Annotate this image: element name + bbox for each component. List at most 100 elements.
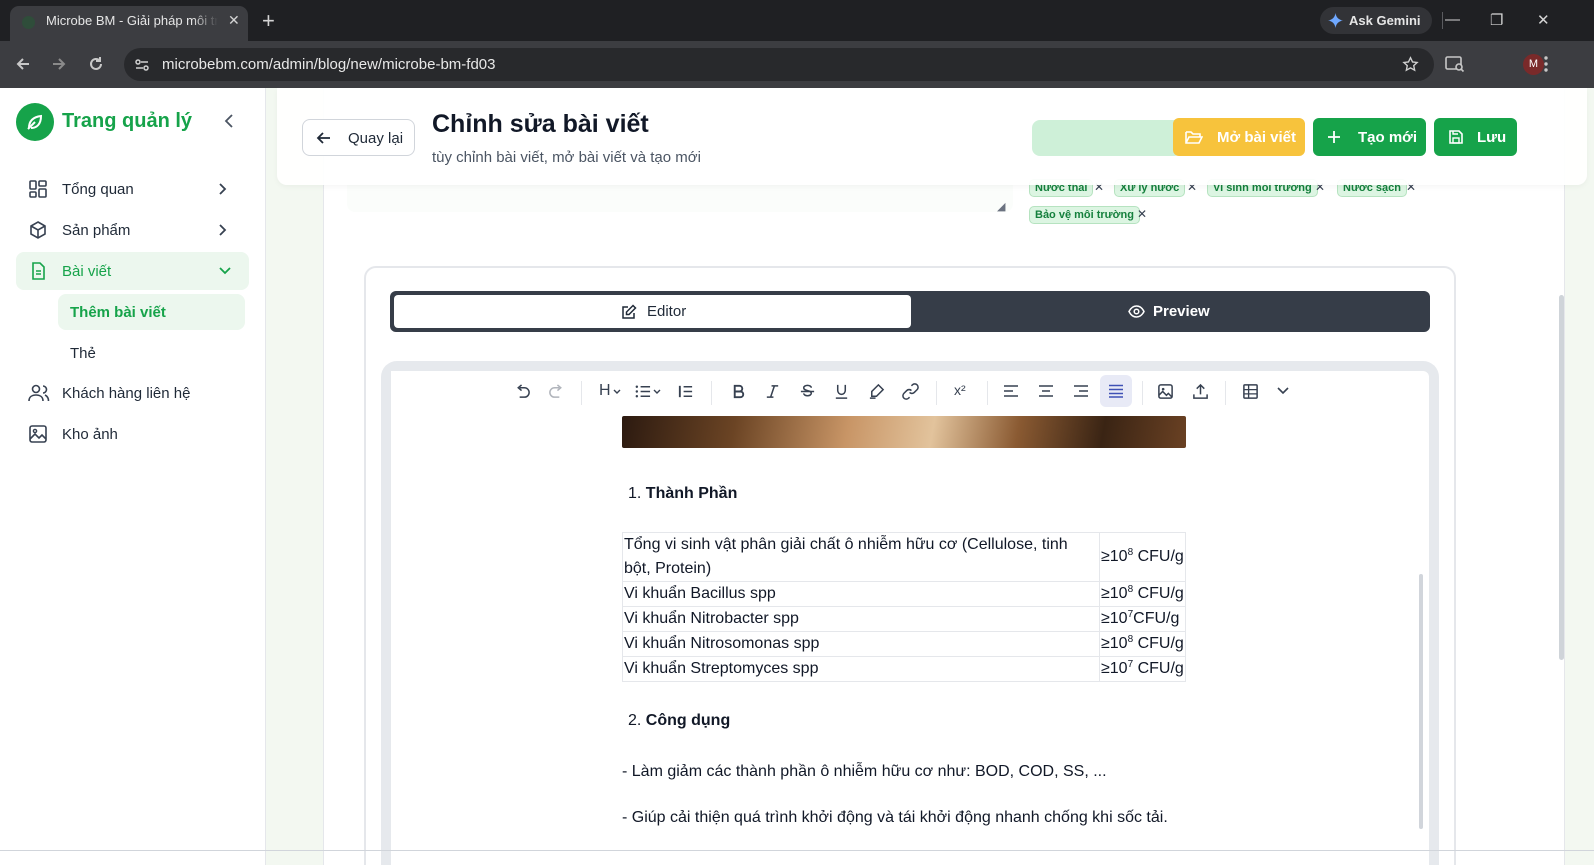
upload-icon[interactable] — [1192, 383, 1209, 400]
browser-menu-icon[interactable] — [1543, 55, 1549, 73]
sidebar-item-contacts[interactable]: Khách hàng liên hệ — [16, 374, 249, 412]
italic-icon[interactable] — [764, 383, 781, 400]
users-icon — [28, 384, 50, 402]
profile-avatar[interactable]: M — [1523, 54, 1544, 75]
page-header: Quay lại Chỉnh sửa bài viết tùy chỉnh bà… — [277, 88, 1587, 185]
align-justify-icon[interactable] — [1108, 383, 1124, 399]
table-cell: Vi khuẩn Bacillus spp — [622, 581, 1100, 607]
sidebar-item-products[interactable]: Sản phẩm — [16, 211, 249, 249]
window-close-button[interactable]: ✕ — [1537, 11, 1550, 29]
table-cell: ≥108 CFU/g — [1099, 631, 1186, 657]
open-post-label: Mở bài viết — [1217, 129, 1297, 146]
toolbar-separator — [1442, 12, 1443, 29]
browser-tab-bar: Microbe BM - Giải pháp môi trường ✕ + As… — [0, 0, 1594, 41]
bold-icon[interactable] — [730, 383, 747, 400]
table-row: Tổng vi sinh vật phân giải chất ô nhiễm … — [622, 532, 1186, 582]
edit-icon — [622, 304, 637, 319]
image-icon[interactable] — [1157, 383, 1174, 400]
save-button[interactable]: Lưu — [1434, 118, 1517, 156]
toolbar-divider — [987, 381, 988, 405]
underline-icon[interactable] — [833, 383, 850, 400]
toolbar-divider — [581, 381, 582, 405]
tab-editor-label: Editor — [647, 303, 687, 320]
reload-icon[interactable] — [87, 55, 105, 73]
tab-preview[interactable]: Preview — [913, 295, 1426, 328]
sidebar-item-label: Bài viết — [62, 263, 112, 280]
create-new-button[interactable]: Tạo mới — [1313, 118, 1426, 156]
undo-icon[interactable] — [514, 383, 531, 400]
heading-icon[interactable]: H — [599, 382, 611, 400]
tab-close-icon[interactable]: ✕ — [228, 12, 240, 29]
table-cell: ≥108 CFU/g — [1099, 581, 1186, 607]
background-element — [1032, 120, 1182, 156]
page-scrollbar[interactable] — [1559, 295, 1564, 660]
table-row: Vi khuẩn Streptomyces spp ≥107 CFU/g — [622, 656, 1186, 682]
chevron-down-icon[interactable] — [1277, 387, 1289, 395]
tab-preview-label: Preview — [1153, 303, 1210, 320]
strikethrough-icon[interactable] — [799, 383, 816, 400]
table-icon[interactable] — [1242, 383, 1259, 400]
save-icon — [1449, 130, 1463, 144]
section-number: 1. — [628, 485, 642, 502]
address-bar[interactable]: microbebm.com/admin/blog/new/microbe-bm-… — [124, 48, 1434, 81]
dashboard-icon — [29, 180, 47, 198]
sidebar-item-gallery[interactable]: Kho ảnh — [16, 415, 249, 453]
section-title: Công dụng — [645, 712, 731, 729]
tag-remove-icon[interactable]: ✕ — [1137, 207, 1147, 221]
table-cell: Vi khuẩn Nitrosomonas spp — [622, 631, 1100, 657]
site-settings-icon[interactable] — [134, 57, 150, 73]
back-button[interactable]: Quay lại — [302, 119, 415, 156]
minimize-button[interactable]: — — [1445, 11, 1460, 28]
ask-gemini-button[interactable]: Ask Gemini — [1320, 7, 1432, 34]
leaf-icon — [27, 114, 43, 130]
ingredient-table: Tổng vi sinh vật phân giải chất ô nhiễm … — [622, 532, 1186, 682]
arrow-left-icon — [316, 132, 330, 144]
highlight-icon[interactable] — [868, 383, 885, 400]
sidebar-item-label: Tổng quan — [62, 181, 134, 198]
chevron-right-icon — [219, 183, 227, 195]
section-heading: 1. Thành Phần — [628, 485, 737, 503]
chevron-down-icon[interactable] — [613, 389, 621, 395]
align-right-icon[interactable] — [1073, 383, 1089, 399]
bookmark-star-icon[interactable] — [1402, 56, 1419, 73]
page-title: Chỉnh sửa bài viết — [432, 110, 649, 138]
editor-scrollbar[interactable] — [1419, 574, 1423, 829]
table-row: Vi khuẩn Nitrobacter spp ≥107CFU/g — [622, 606, 1186, 632]
sidebar-item-overview[interactable]: Tổng quan — [16, 170, 249, 208]
forward-arrow-icon[interactable] — [50, 55, 68, 73]
editor-toolbar: H x² — [391, 371, 1417, 415]
link-icon[interactable] — [902, 383, 919, 400]
sidebar-subitem-add-post[interactable]: Thêm bài viết — [58, 294, 245, 330]
resize-handle-icon[interactable]: ◢ — [997, 200, 1005, 213]
brand-logo — [16, 103, 54, 141]
sidebar-subitem-tags[interactable]: Thẻ — [58, 335, 245, 371]
table-row: Vi khuẩn Nitrosomonas spp ≥108 CFU/g — [622, 631, 1186, 657]
superscript-icon[interactable]: x² — [954, 382, 966, 398]
align-center-icon[interactable] — [1038, 383, 1054, 399]
section-title: Thành Phần — [645, 485, 738, 502]
redo-icon[interactable] — [548, 383, 565, 400]
sidebar-subitem-label: Thêm bài viết — [70, 304, 166, 321]
restore-button[interactable]: ❐ — [1490, 11, 1503, 29]
browser-nav-bar: microbebm.com/admin/blog/new/microbe-bm-… — [0, 41, 1594, 88]
tab-search-icon[interactable] — [1445, 55, 1465, 73]
content-image[interactable] — [622, 416, 1186, 448]
image-icon — [29, 425, 47, 443]
chevron-down-icon[interactable] — [653, 389, 661, 395]
sidebar-item-label: Khách hàng liên hệ — [62, 385, 191, 402]
collapse-sidebar-icon[interactable] — [224, 113, 234, 129]
open-post-button[interactable]: Mở bài viết — [1173, 118, 1305, 156]
table-cell: Tổng vi sinh vật phân giải chất ô nhiễm … — [622, 532, 1100, 582]
table-cell: ≥107CFU/g — [1099, 606, 1186, 632]
gemini-icon — [1328, 13, 1343, 28]
sidebar-item-posts[interactable]: Bài viết — [16, 252, 249, 290]
tab-editor[interactable]: Editor — [394, 295, 911, 328]
section-heading: 2. Công dụng — [628, 712, 730, 730]
blockquote-icon[interactable] — [677, 383, 694, 400]
section-number: 2. — [628, 712, 642, 729]
new-tab-button[interactable]: + — [262, 8, 275, 34]
toolbar-divider — [1142, 381, 1143, 405]
back-arrow-icon[interactable] — [14, 55, 32, 73]
align-left-icon[interactable] — [1003, 383, 1019, 399]
bullet-list-icon[interactable] — [634, 383, 651, 400]
